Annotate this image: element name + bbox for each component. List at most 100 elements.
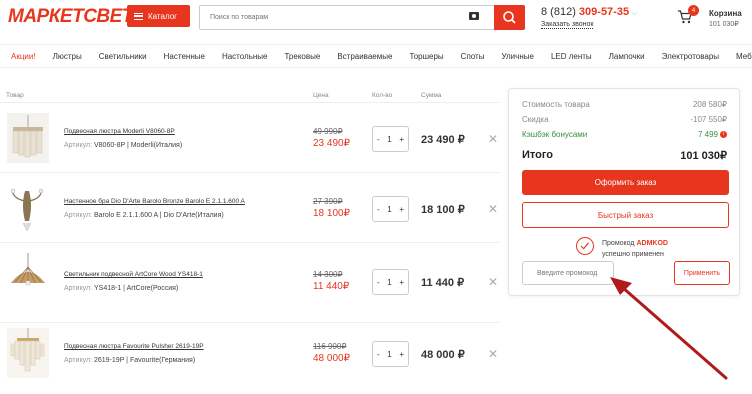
remove-icon[interactable]: ✕: [488, 202, 498, 216]
old-price: 49 990₽: [313, 127, 343, 136]
nav-item-electric[interactable]: Электротовары: [662, 52, 719, 61]
product-image[interactable]: [7, 113, 49, 163]
minus-button[interactable]: -: [377, 350, 380, 359]
cart-label[interactable]: Корзина: [709, 9, 742, 18]
category-nav: Акции! Люстры Светильники Настенные Наст…: [0, 44, 752, 68]
quantity-stepper: -1 +: [372, 126, 409, 152]
row-sum: 11 440 ₽: [421, 277, 465, 289]
quantity-value[interactable]: 1: [387, 135, 391, 144]
product-image[interactable]: [7, 328, 49, 378]
nav-item-bulbs[interactable]: Лампочки: [609, 52, 645, 61]
nav-item-table[interactable]: Настольные: [222, 52, 268, 61]
phone[interactable]: 8 (812) 309-57-35 ⌵: [541, 6, 637, 18]
product-name[interactable]: Подвесная люстра Favourite Pulsher 2619-…: [64, 343, 204, 350]
table-row: Подвесная люстра Favourite Pulsher 2619-…: [0, 323, 500, 393]
chevron-down-icon: ⌵: [632, 10, 638, 17]
table-row: Светильник подвесной ArtCore Wood YS418-…: [0, 243, 500, 323]
article-value: Barolo E 2.1.1.600 A | Dio D'Arte(Италия…: [94, 212, 224, 219]
apply-promo-button[interactable]: Применить: [674, 261, 730, 285]
nav-item-sales[interactable]: Акции!: [11, 52, 36, 61]
row-sum: 18 100 ₽: [421, 204, 465, 216]
promo-prefix: Промокод: [602, 240, 635, 247]
old-price: 14 300₽: [313, 270, 343, 279]
quick-order-button[interactable]: Быстрый заказ: [522, 202, 729, 228]
article-label: Артикул:: [64, 142, 93, 149]
goods-value: 208 580₽: [692, 100, 727, 109]
phone-number: 309-57-35: [578, 6, 630, 18]
price: 18 100₽: [313, 208, 350, 219]
catalog-button[interactable]: Каталог: [127, 5, 190, 27]
header-price: Цена: [313, 92, 329, 99]
cashback-value: 7 499 i: [698, 130, 727, 139]
nav-item-wall[interactable]: Настенные: [164, 52, 205, 61]
minus-button[interactable]: -: [377, 135, 380, 144]
plus-button[interactable]: +: [399, 205, 404, 214]
nav-item-outdoor[interactable]: Уличные: [501, 52, 533, 61]
old-price: 116 900₽: [313, 342, 347, 351]
camera-icon[interactable]: [469, 12, 479, 20]
cashback-amount: 7 499: [697, 130, 718, 139]
info-icon[interactable]: i: [720, 131, 727, 139]
cashback-label: Кэшбэк бонусами: [522, 130, 588, 139]
product-name[interactable]: Настенное бра Dio D'Arte Barolo Bronze B…: [64, 198, 245, 205]
logo[interactable]: МАРКЕТСВЕТА: [8, 6, 146, 28]
checkout-button[interactable]: Оформить заказ: [522, 170, 729, 195]
header-qty: Кол-во: [372, 92, 393, 99]
header-product: Товар: [6, 92, 24, 99]
product-name[interactable]: Подвесная люстра Moderli V8060-8P: [64, 128, 175, 135]
row-sum: 23 490 ₽: [421, 134, 465, 146]
minus-button[interactable]: -: [377, 278, 380, 287]
menu-icon: [134, 12, 143, 20]
quantity-value[interactable]: 1: [387, 278, 391, 287]
nav-item-furniture[interactable]: Мебель: [736, 52, 752, 61]
quantity-value[interactable]: 1: [387, 205, 391, 214]
nav-item-recessed[interactable]: Встраиваемые: [337, 52, 392, 61]
article-value: YS418-1 | ArtCore(Россия): [94, 285, 179, 292]
product-article: Артикул: YS418-1 | ArtCore(Россия): [64, 285, 178, 292]
remove-icon[interactable]: ✕: [488, 132, 498, 146]
plus-button[interactable]: +: [399, 350, 404, 359]
article-value: 2619-19P | Favourite(Германия): [94, 357, 196, 364]
nav-item-led[interactable]: LED ленты: [551, 52, 592, 61]
remove-icon[interactable]: ✕: [488, 347, 498, 361]
search-box: [199, 5, 495, 30]
cart-count-badge: 4: [688, 5, 699, 16]
plus-button[interactable]: +: [399, 135, 404, 144]
catalog-label: Каталог: [148, 11, 178, 21]
table-row: Настенное бра Dio D'Arte Barolo Bronze B…: [0, 173, 500, 243]
product-article: Артикул: 2619-19P | Favourite(Германия): [64, 357, 195, 364]
discount-label: Скидка: [522, 115, 549, 124]
search-input[interactable]: [200, 6, 440, 29]
minus-button[interactable]: -: [377, 205, 380, 214]
total-value: 101 030₽: [680, 150, 727, 162]
nav-item-floor[interactable]: Торшеры: [409, 52, 443, 61]
remove-icon[interactable]: ✕: [488, 275, 498, 289]
nav-item-lamps[interactable]: Светильники: [99, 52, 147, 61]
cart-sum: 101 030₽: [709, 21, 739, 28]
search-button[interactable]: [494, 5, 525, 30]
phone-prefix: 8 (812): [541, 6, 576, 18]
logo-text-1: МАРКЕТ: [8, 6, 84, 27]
product-image[interactable]: [7, 183, 49, 233]
order-summary: Стоимость товара 208 580₽ Скидка -107 55…: [508, 88, 740, 296]
price: 23 490₽: [313, 138, 350, 149]
table-row: Подвесная люстра Moderli V8060-8P Артику…: [0, 103, 500, 173]
product-name[interactable]: Светильник подвесной ArtCore Wood YS418-…: [64, 271, 203, 278]
nav-item-track[interactable]: Трековые: [284, 52, 320, 61]
header: МАРКЕТСВЕТА Каталог 8 (812) 309-57-35 ⌵ …: [0, 0, 752, 40]
quantity-stepper: -1 +: [372, 269, 409, 295]
product-image[interactable]: [7, 253, 49, 303]
price: 11 440₽: [313, 281, 350, 292]
nav-item-spots[interactable]: Споты: [461, 52, 485, 61]
plus-button[interactable]: +: [399, 278, 404, 287]
product-article: Артикул: Barolo E 2.1.1.600 A | Dio D'Ar…: [64, 212, 224, 219]
article-label: Артикул:: [64, 212, 93, 219]
nav-item-chandeliers[interactable]: Люстры: [53, 52, 82, 61]
promo-input[interactable]: Введите промокод: [522, 261, 614, 285]
quantity-value[interactable]: 1: [387, 350, 391, 359]
callback-link[interactable]: Заказать звонок: [541, 21, 594, 29]
promo-status: Промокод ADMKOD успешно применен: [602, 238, 668, 260]
goods-label: Стоимость товара: [522, 100, 590, 109]
search-icon: [503, 11, 516, 24]
product-article: Артикул: V8060-8P | Moderli(Италия): [64, 142, 182, 149]
